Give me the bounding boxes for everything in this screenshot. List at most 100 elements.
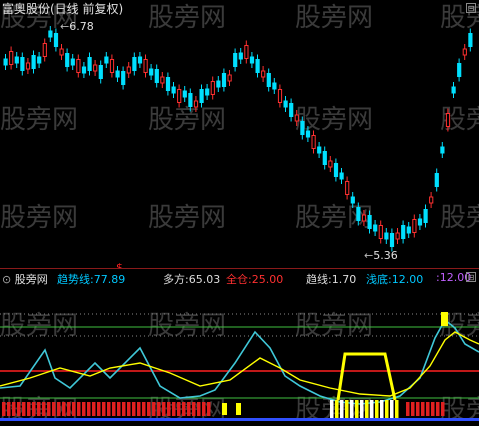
candle-body xyxy=(406,226,411,234)
histogram-bar xyxy=(137,402,141,416)
candle-body xyxy=(294,114,299,122)
histogram-bar xyxy=(441,402,445,416)
histogram-bar xyxy=(411,402,415,416)
histogram-bar xyxy=(77,402,81,416)
histogram-bar xyxy=(47,402,51,416)
indicator-toggle-button[interactable]: ⊟ xyxy=(466,272,476,282)
chart-title: 富奥股份(日线 前复权) xyxy=(2,2,124,16)
high-price-label: ←6.78 xyxy=(60,20,94,33)
histogram-bar xyxy=(12,402,16,416)
candle-body xyxy=(87,57,92,71)
histogram-bar xyxy=(335,400,339,418)
candle-body xyxy=(283,100,288,108)
candle-body xyxy=(384,232,389,240)
window-toggle-button[interactable]: ⊟ xyxy=(466,3,476,13)
candle-body xyxy=(9,51,14,65)
candle-body xyxy=(70,58,75,66)
candle-body xyxy=(401,225,406,239)
indicator-chart[interactable]: 股旁网股旁网股旁网股旁网股旁网股旁网股旁网股旁网 xyxy=(0,268,479,426)
histogram-bar xyxy=(57,402,61,416)
indicator-full-position: 全仓:25.00 xyxy=(226,273,284,286)
candle-body xyxy=(20,57,25,71)
candle-body xyxy=(81,66,87,74)
histogram-bar xyxy=(370,400,374,418)
watermark-text: 股旁网 xyxy=(440,203,479,233)
histogram-bar xyxy=(7,402,11,416)
candle-body xyxy=(317,146,322,154)
histogram-bar xyxy=(147,402,151,416)
candle-body xyxy=(244,45,249,59)
candle-body xyxy=(25,62,31,70)
indicator-name: ⊙ 股旁网 xyxy=(2,271,48,287)
candle-body xyxy=(468,33,473,47)
candle-body xyxy=(266,73,271,87)
histogram-bar xyxy=(167,402,171,416)
watermark-text: 股旁网 xyxy=(148,3,226,33)
candle-body xyxy=(210,81,215,95)
watermark-text: 股旁网 xyxy=(0,105,78,135)
candle-body xyxy=(462,48,467,56)
histogram-bar xyxy=(42,402,46,416)
histogram-bar xyxy=(236,403,241,415)
candle-body xyxy=(305,130,311,138)
watermark-text: 股旁网 xyxy=(148,203,226,233)
watermark-text: 股旁网 xyxy=(0,311,78,341)
histogram-bar xyxy=(2,402,6,416)
histogram-bar xyxy=(421,402,425,416)
candle-body xyxy=(261,70,266,78)
indicator-pane[interactable]: 股旁网股旁网股旁网股旁网股旁网股旁网股旁网股旁网 ⊙ 股旁网 趋势线:77.89… xyxy=(0,268,479,426)
candle-body xyxy=(182,90,187,98)
histogram-bar xyxy=(360,400,364,418)
candle-body xyxy=(445,113,451,127)
candlestick-chart[interactable]: 股旁网股旁网股旁网股旁网股旁网股旁网股旁网股旁网股旁网股旁网股旁网股旁网 $ xyxy=(0,0,479,268)
histogram-bar xyxy=(340,400,344,418)
candle-body xyxy=(434,173,439,187)
histogram-bar xyxy=(222,403,227,415)
histogram-bar xyxy=(132,402,136,416)
candle-body xyxy=(115,70,120,78)
buy-signal-marker: $ xyxy=(116,261,123,268)
histogram-bar xyxy=(37,402,41,416)
histogram-bar xyxy=(72,402,76,416)
candle-body xyxy=(59,48,64,56)
histogram-bar xyxy=(92,402,96,416)
watermark-text: 股旁网 xyxy=(440,105,479,135)
candle-body xyxy=(378,225,383,239)
candle-body xyxy=(188,93,193,107)
watermark-text: 股旁网 xyxy=(295,311,373,341)
low-price-value: 5.36 xyxy=(373,249,398,262)
candle-body xyxy=(367,215,372,229)
candle-body xyxy=(373,224,378,232)
candle-body xyxy=(132,57,137,71)
candle-body xyxy=(109,59,115,73)
candle-body xyxy=(165,77,171,91)
candle-body xyxy=(289,103,294,117)
candle-body xyxy=(14,56,19,64)
bottom-bar xyxy=(0,418,479,421)
candle-body xyxy=(53,33,59,47)
histogram-bar xyxy=(27,402,31,416)
candle-body xyxy=(177,89,182,103)
candle-body xyxy=(412,219,417,233)
candle-body xyxy=(440,146,445,154)
candle-body xyxy=(255,59,260,73)
histogram-bar xyxy=(395,400,399,418)
histogram-bar xyxy=(375,400,379,418)
histogram-bar xyxy=(416,402,420,416)
candle-body xyxy=(42,43,47,57)
indicator-trend: 趋线:1.70 xyxy=(306,273,357,286)
histogram-bar xyxy=(22,402,26,416)
candle-body xyxy=(277,89,283,103)
candle-body xyxy=(154,69,159,83)
low-price-label: ←5.36 xyxy=(364,249,398,262)
histogram-bar xyxy=(177,402,181,416)
candle-body xyxy=(322,151,327,165)
candle-body xyxy=(76,59,81,73)
candle-body xyxy=(300,121,305,135)
candle-body xyxy=(350,196,355,204)
indicator-bull: 多方:65.03 xyxy=(163,273,221,286)
watermark-text: 股旁网 xyxy=(148,105,226,135)
settings-icon[interactable]: ⊙ xyxy=(2,273,11,286)
candle-body xyxy=(126,66,131,74)
main-chart-pane[interactable]: 股旁网股旁网股旁网股旁网股旁网股旁网股旁网股旁网股旁网股旁网股旁网股旁网 $ 富… xyxy=(0,0,479,268)
